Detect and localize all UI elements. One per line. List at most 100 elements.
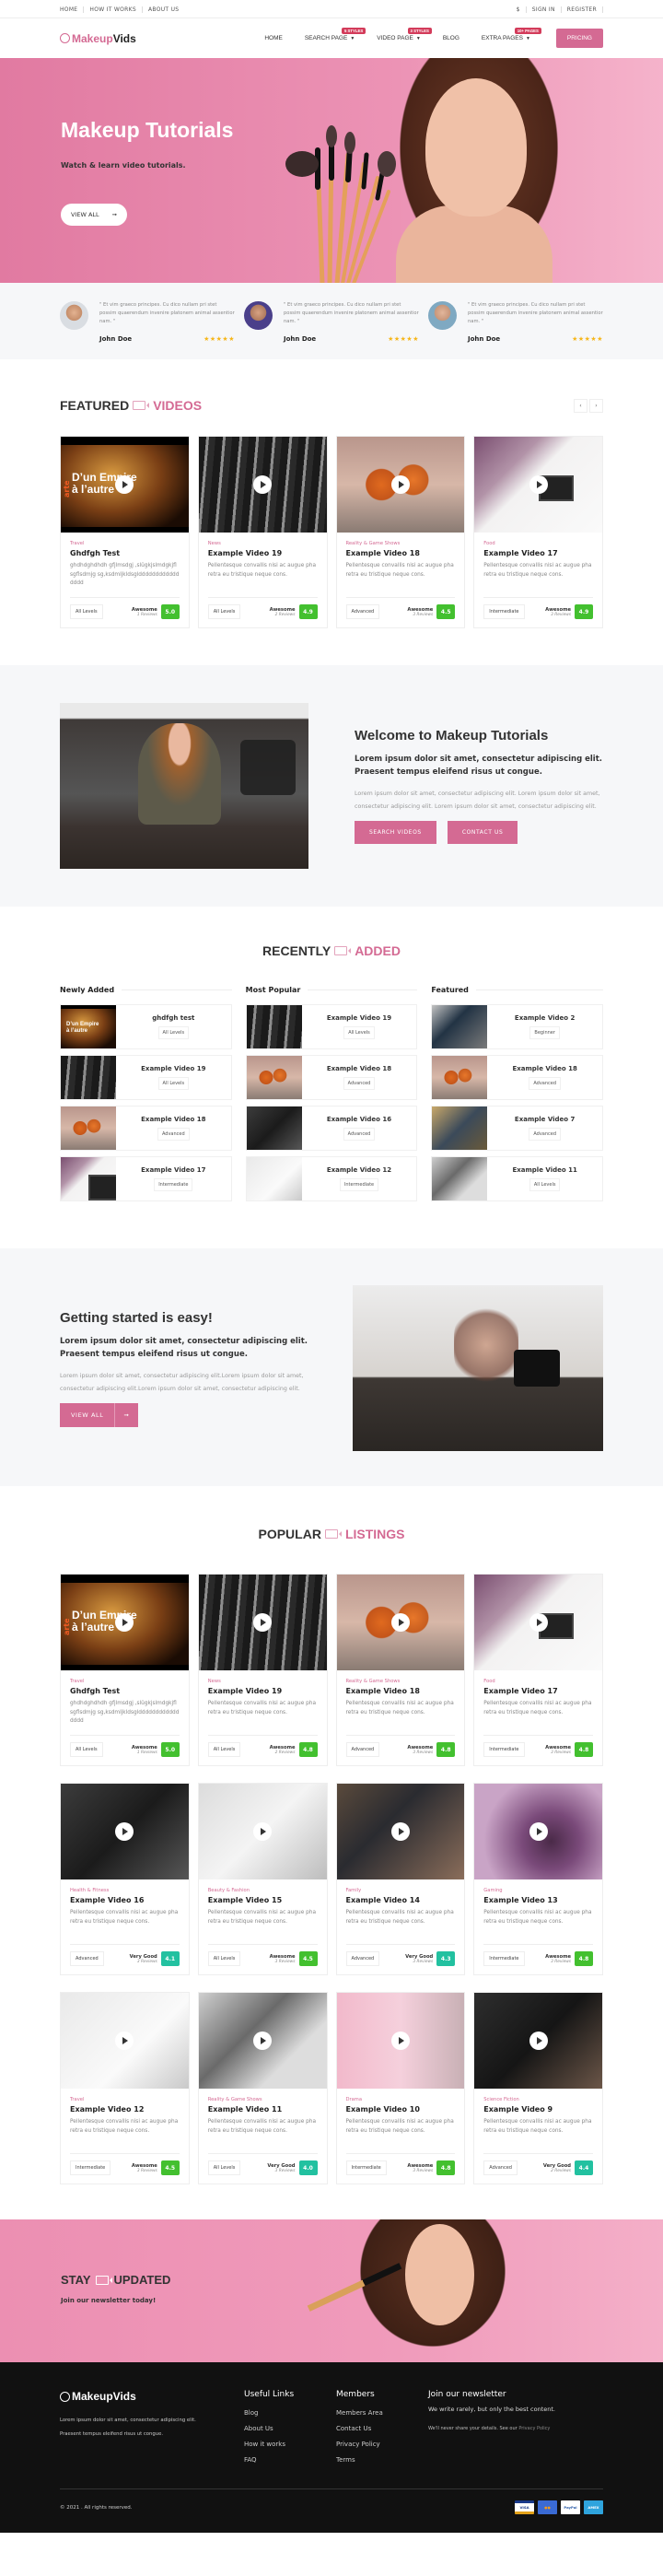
list-item[interactable]: Example Video 17 Intermediate <box>60 1156 232 1201</box>
video-thumbnail[interactable] <box>474 1784 602 1879</box>
video-category[interactable]: Travel <box>70 1679 180 1684</box>
video-card[interactable]: Reality & Game Shows Example Video 18 Pell… <box>335 436 466 628</box>
play-icon[interactable] <box>253 475 273 494</box>
video-thumbnail[interactable] <box>474 1993 602 2089</box>
list-item-title[interactable]: Example Video 7 <box>515 1116 575 1123</box>
video-category[interactable]: Reality & Game Shows <box>346 541 456 546</box>
video-title[interactable]: Example Video 11 <box>208 2105 318 2113</box>
video-thumbnail[interactable] <box>336 1784 465 1879</box>
video-title[interactable]: Example Video 15 <box>208 1896 318 1904</box>
search-videos-button[interactable]: SEARCH VIDEOS <box>355 821 436 844</box>
video-thumbnail[interactable] <box>336 437 465 533</box>
nav-item-search-page[interactable]: SEARCH PAGE ▼ 5 STYLES <box>294 28 366 41</box>
video-thumbnail[interactable] <box>61 1993 189 2089</box>
video-title[interactable]: Ghdfgh Test <box>70 1687 180 1695</box>
play-icon[interactable] <box>390 1822 410 1841</box>
video-category[interactable]: Travel <box>70 2097 180 2102</box>
video-card[interactable]: Science Fiction Example Video 9 Pellentesq… <box>473 1992 603 2184</box>
video-title[interactable]: Example Video 12 <box>70 2105 180 2113</box>
play-icon[interactable] <box>115 2032 134 2050</box>
video-category[interactable]: Science Fiction <box>483 2097 593 2102</box>
video-thumbnail[interactable] <box>61 1784 189 1879</box>
list-item-title[interactable]: Example Video 19 <box>327 1014 391 1022</box>
list-item-title[interactable]: Example Video 18 <box>141 1116 205 1123</box>
currency-selector[interactable]: $ <box>517 6 527 13</box>
video-title[interactable]: Ghdfgh Test <box>70 549 180 557</box>
list-item-thumbnail[interactable] <box>432 1056 488 1099</box>
play-icon[interactable] <box>529 2032 548 2050</box>
video-category[interactable]: Drama <box>346 2097 456 2102</box>
privacy-policy-link[interactable]: Privacy Policy <box>518 2426 550 2431</box>
list-item-thumbnail[interactable] <box>246 1005 302 1048</box>
video-card[interactable]: Drama Example Video 10 Pellentesque conval… <box>335 1992 466 2184</box>
hero-view-all-button[interactable]: VIEW ALL ➞ <box>61 204 128 226</box>
list-item-thumbnail[interactable] <box>432 1107 488 1150</box>
play-icon[interactable] <box>253 1822 273 1841</box>
footer-link-privacy-policy[interactable]: Privacy Policy <box>336 2437 428 2453</box>
video-title[interactable]: Example Video 18 <box>346 1687 456 1695</box>
list-item[interactable]: Example Video 18 Advanced <box>60 1106 232 1151</box>
list-item[interactable]: Example Video 11 All Levels <box>431 1156 603 1201</box>
video-thumbnail[interactable] <box>198 1575 327 1670</box>
video-card[interactable]: Reality & Game Shows Example Video 11 Pell… <box>197 1992 328 2184</box>
footer-link-blog[interactable]: Blog <box>244 2406 336 2421</box>
play-icon[interactable] <box>390 1613 410 1632</box>
list-item-thumbnail[interactable] <box>432 1005 488 1048</box>
list-item-title[interactable]: Example Video 16 <box>327 1116 391 1123</box>
video-title[interactable]: Example Video 16 <box>70 1896 180 1904</box>
video-category[interactable]: Beauty & Fashion <box>208 1888 318 1893</box>
video-category[interactable]: Travel <box>70 541 180 546</box>
logo[interactable]: Makeup Vids <box>60 32 136 45</box>
video-category[interactable]: Family <box>346 1888 456 1893</box>
video-thumbnail[interactable]: arte D’un Empire à l’autre <box>61 437 189 533</box>
footer-link-about-us[interactable]: About Us <box>244 2421 336 2437</box>
play-icon[interactable] <box>529 475 548 494</box>
list-item[interactable]: Example Video 19 All Levels <box>245 1004 418 1049</box>
list-item[interactable]: Example Video 18 Advanced <box>431 1055 603 1100</box>
started-view-all-button[interactable]: VIEW ALL ➞ <box>60 1402 138 1427</box>
list-item-thumbnail[interactable]: D’un Empire à l’autre <box>61 1005 116 1048</box>
list-item[interactable]: Example Video 2 Beginner <box>431 1004 603 1049</box>
play-icon[interactable] <box>253 2032 273 2050</box>
list-item-thumbnail[interactable] <box>61 1056 116 1099</box>
video-title[interactable]: Example Video 18 <box>346 549 456 557</box>
list-item[interactable]: Example Video 19 All Levels <box>60 1055 232 1100</box>
video-card[interactable]: News Example Video 19 Pellentesque convall… <box>197 1574 328 1766</box>
list-item[interactable]: D’un Empire à l’autre ghdfgh test All Level… <box>60 1004 232 1049</box>
list-item[interactable]: Example Video 7 Advanced <box>431 1106 603 1151</box>
video-category[interactable]: Health & Fitness <box>70 1888 180 1893</box>
play-icon[interactable] <box>115 1822 134 1841</box>
video-category[interactable]: Gaming <box>483 1888 593 1893</box>
list-item[interactable]: Example Video 16 Advanced <box>245 1106 418 1151</box>
carousel-next-button[interactable]: › <box>589 398 603 413</box>
video-thumbnail[interactable] <box>474 437 602 533</box>
video-card[interactable]: Reality & Game Shows Example Video 18 Pell… <box>335 1574 466 1766</box>
footer-logo[interactable]: MakeupVids <box>60 2390 244 2403</box>
top-link-how-it-works[interactable]: HOW IT WORKS <box>84 6 143 13</box>
play-icon[interactable] <box>390 2032 410 2050</box>
play-icon[interactable] <box>529 1613 548 1632</box>
video-thumbnail[interactable] <box>198 1993 327 2089</box>
video-thumbnail[interactable]: arte D’un Empire à l’autre <box>61 1575 189 1670</box>
play-icon[interactable] <box>390 475 410 494</box>
play-icon[interactable] <box>253 1613 273 1632</box>
list-item-title[interactable]: Example Video 18 <box>327 1065 391 1072</box>
top-link-home[interactable]: HOME <box>60 6 85 13</box>
list-item-thumbnail[interactable] <box>61 1157 116 1200</box>
video-category[interactable]: News <box>208 1679 318 1684</box>
footer-link-how-it-works[interactable]: How it works <box>244 2437 336 2453</box>
nav-item-blog[interactable]: BLOG <box>432 35 471 41</box>
video-category[interactable]: Food <box>483 1679 593 1684</box>
video-card[interactable]: Family Example Video 14 Pellentesque conva… <box>335 1783 466 1975</box>
video-thumbnail[interactable] <box>336 1993 465 2089</box>
footer-link-contact-us[interactable]: Contact Us <box>336 2421 428 2437</box>
video-thumbnail[interactable] <box>198 437 327 533</box>
video-title[interactable]: Example Video 14 <box>346 1896 456 1904</box>
list-item-title[interactable]: Example Video 17 <box>141 1166 205 1174</box>
list-item-thumbnail[interactable] <box>246 1056 302 1099</box>
video-category[interactable]: Reality & Game Shows <box>208 2097 318 2102</box>
video-thumbnail[interactable] <box>336 1575 465 1670</box>
contact-us-button[interactable]: CONTACT US <box>447 821 518 844</box>
video-card[interactable]: Health & Fitness Example Video 16 Pellente… <box>60 1783 190 1975</box>
sign-in-link[interactable]: SIGN IN <box>527 6 562 13</box>
